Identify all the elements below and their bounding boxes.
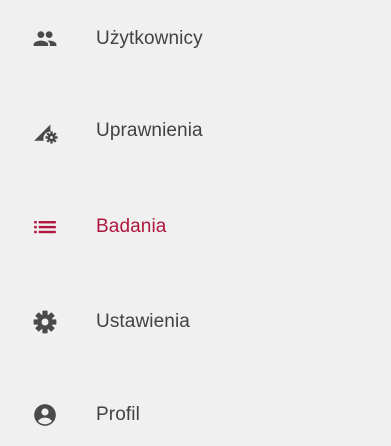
- sidebar-item-label: Badania: [96, 216, 167, 237]
- permissions-icon: [32, 118, 58, 144]
- profile-icon: [32, 402, 58, 428]
- sidebar-item-label: Użytkownicy: [96, 28, 203, 49]
- sidebar-nav: Użytkownicy Uprawnienia Badania Ustawien…: [0, 0, 391, 446]
- sidebar-item-label: Uprawnienia: [96, 120, 203, 141]
- sidebar-item-permissions[interactable]: Uprawnienia: [0, 101, 391, 161]
- settings-icon: [32, 309, 58, 335]
- list-icon: [32, 214, 58, 240]
- sidebar-item-studies[interactable]: Badania: [0, 197, 391, 257]
- sidebar-item-label: Profil: [96, 404, 140, 425]
- sidebar-item-settings[interactable]: Ustawienia: [0, 292, 391, 352]
- sidebar-item-label: Ustawienia: [96, 311, 190, 332]
- sidebar-item-profile[interactable]: Profil: [0, 385, 391, 445]
- users-icon: [32, 26, 58, 52]
- sidebar-item-users[interactable]: Użytkownicy: [0, 9, 391, 69]
